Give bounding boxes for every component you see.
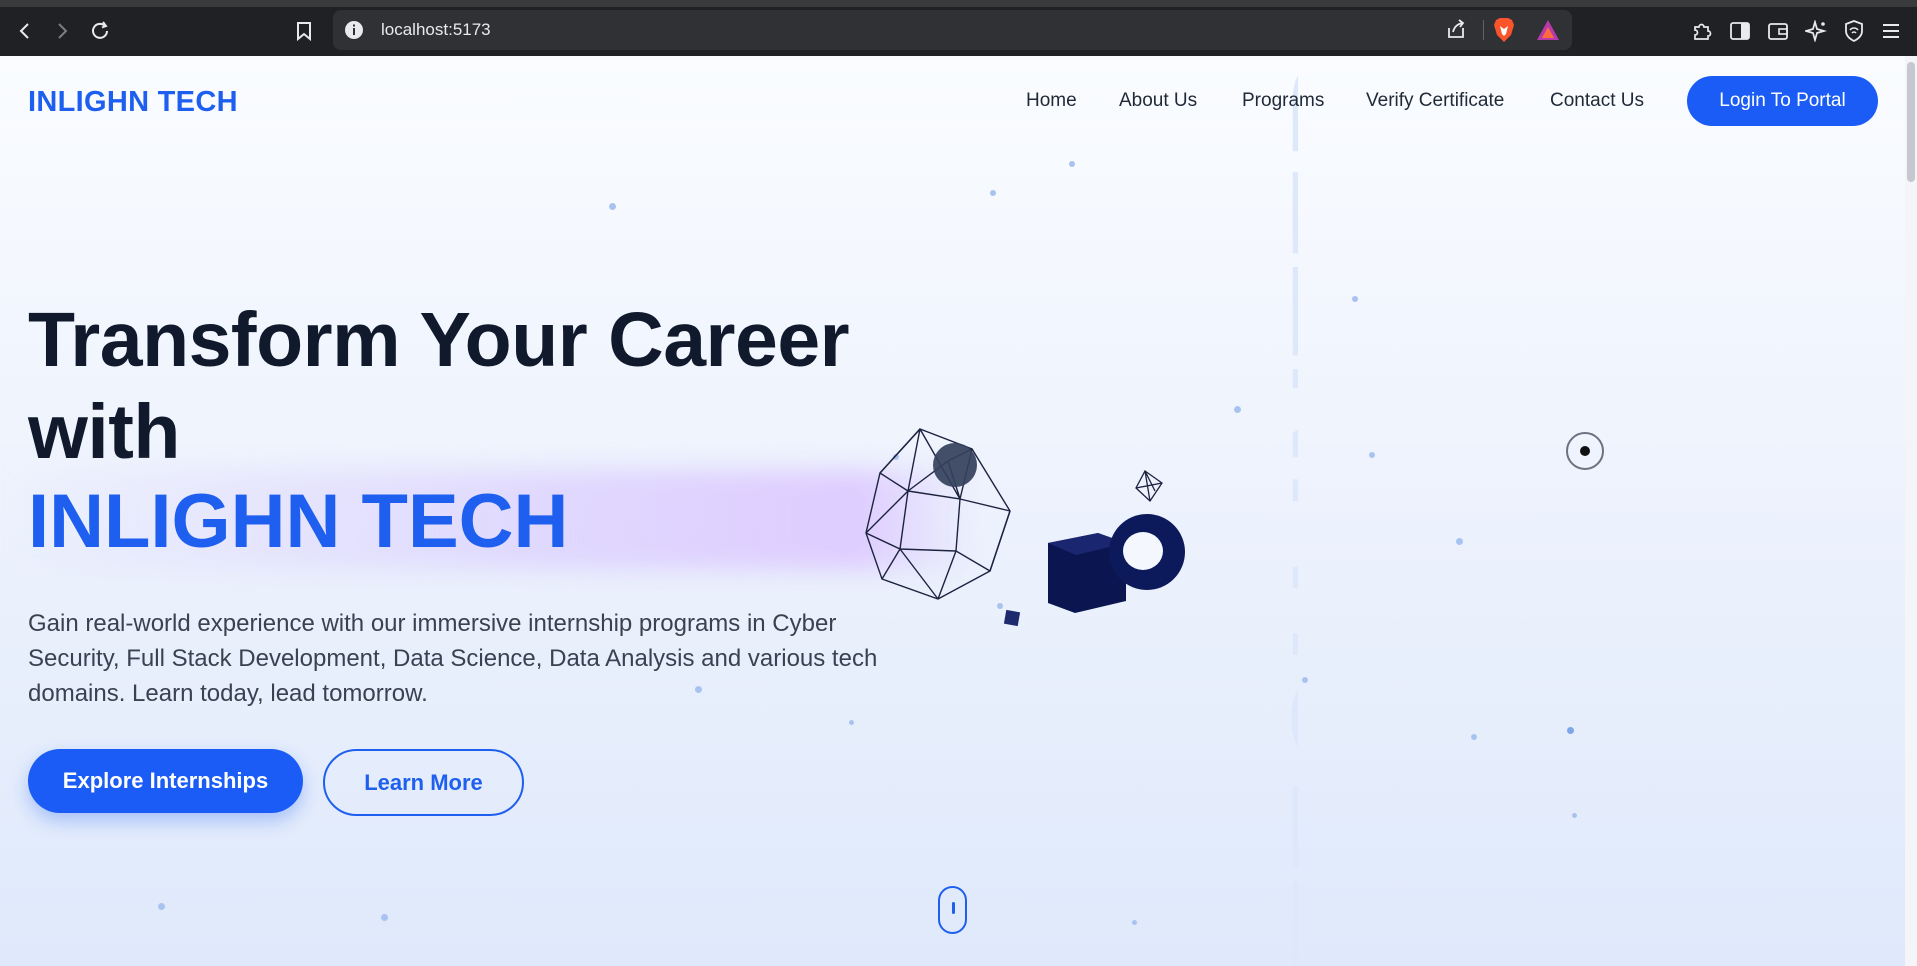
particle [990, 190, 996, 196]
cursor-dot [1580, 446, 1590, 456]
sidebar-icon[interactable] [1723, 14, 1757, 48]
bookmark-icon[interactable] [287, 14, 321, 48]
hero-brand-name: INLIGHN TECH [28, 479, 569, 564]
wallet-icon[interactable] [1761, 14, 1795, 48]
particle [1572, 813, 1577, 818]
particle [1132, 920, 1137, 925]
nav-programs[interactable]: Programs [1242, 90, 1324, 112]
dark-sphere [933, 443, 977, 487]
torus [1109, 514, 1185, 590]
particle [1567, 727, 1574, 734]
brave-shield-icon[interactable] [1492, 17, 1516, 48]
brave-rewards-icon[interactable] [1536, 19, 1560, 46]
browser-toolbar: localhost:5173 [0, 7, 1917, 56]
hero-heading-line1: Transform Your Career [28, 297, 850, 383]
hero-subtitle: Gain real-world experience with our imme… [28, 610, 878, 707]
nav-about-us[interactable]: About Us [1119, 90, 1197, 112]
leo-ai-icon[interactable] [1799, 14, 1833, 48]
back-arrow-icon[interactable] [8, 14, 42, 48]
login-to-portal-button[interactable]: Login To Portal [1687, 76, 1878, 126]
nav-verify-certificate[interactable]: Verify Certificate [1366, 90, 1504, 112]
nav-contact-us[interactable]: Contact Us [1550, 90, 1644, 112]
site-logo[interactable]: INLIGHN TECH [28, 86, 238, 119]
hero-heading-line2: with [28, 389, 180, 475]
browser-top-strip [0, 0, 1917, 7]
particle [158, 903, 165, 910]
particle [381, 914, 388, 921]
share-icon[interactable] [1445, 18, 1467, 45]
address-bar[interactable]: localhost:5173 [333, 10, 1572, 50]
particle [1352, 296, 1358, 302]
particle [849, 720, 854, 725]
small-cube [1003, 609, 1021, 627]
explore-internships-button[interactable]: Explore Internships [28, 749, 303, 813]
particle [1069, 161, 1075, 167]
address-bar-divider [1483, 20, 1484, 40]
nav-home[interactable]: Home [1026, 90, 1077, 112]
forward-arrow-icon[interactable] [45, 14, 79, 48]
3d-shapes-illustration [865, 428, 1185, 627]
web-page: TECH INTERNSHIP INLIGHN TECH Home About … [0, 56, 1917, 966]
small-octahedron [1135, 470, 1163, 502]
scrollbar-thumb[interactable] [1907, 62, 1915, 182]
site-info-icon[interactable] [343, 19, 365, 41]
vpn-icon[interactable] [1837, 14, 1871, 48]
particle [1369, 452, 1375, 458]
menu-icon[interactable] [1874, 14, 1908, 48]
scroll-wheel [952, 902, 955, 914]
particle [1302, 677, 1308, 683]
page-scrollbar[interactable] [1905, 56, 1917, 966]
custom-cursor [1566, 432, 1604, 470]
reload-icon[interactable] [83, 14, 117, 48]
learn-more-button[interactable]: Learn More [323, 749, 524, 816]
particle [1456, 538, 1463, 545]
url-text[interactable]: localhost:5173 [381, 20, 491, 40]
scroll-indicator-icon[interactable] [938, 886, 967, 934]
particle [1471, 734, 1477, 740]
extensions-icon[interactable] [1685, 14, 1719, 48]
particle [609, 203, 616, 210]
particle [1234, 406, 1241, 413]
